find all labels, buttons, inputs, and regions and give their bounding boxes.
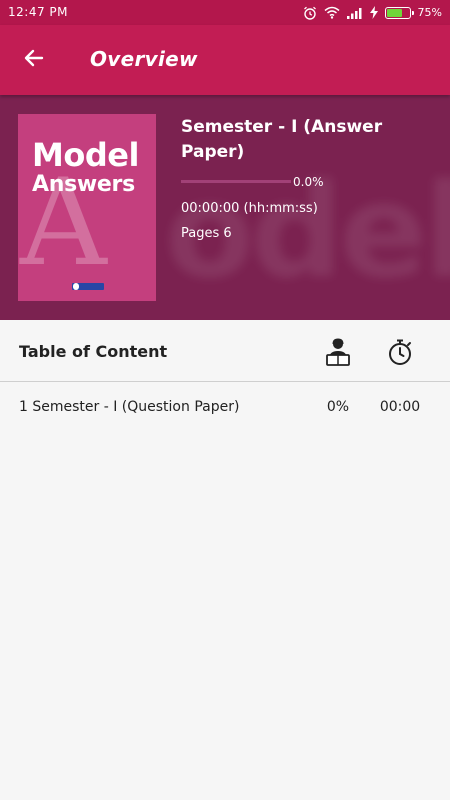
reading-progress-bar <box>181 180 291 183</box>
wifi-icon <box>324 6 340 19</box>
page-count: Pages 6 <box>181 226 232 241</box>
battery-percent: 75% <box>417 6 442 19</box>
book-title: Semester - I (Answer Paper) <box>181 117 383 162</box>
arrow-left-icon <box>22 46 46 74</box>
alarm-icon <box>303 6 317 20</box>
publisher-logo <box>72 283 104 290</box>
reader-icon <box>325 338 351 366</box>
toc-header: Table of Content <box>0 320 450 382</box>
back-button[interactable] <box>14 42 54 78</box>
charging-icon <box>369 6 378 19</box>
status-bar: 12:47 PM 75% <box>0 0 450 25</box>
toc-title: Table of Content <box>19 342 168 361</box>
stopwatch-icon <box>387 338 413 366</box>
signal-icon <box>346 7 363 19</box>
book-header: odel A Model Answers Semester - I (Answe… <box>0 95 450 320</box>
app-bar: Overview <box>0 25 450 95</box>
battery-icon <box>384 6 414 19</box>
toc-row-title: 1 Semester - I (Question Paper) <box>19 399 240 415</box>
toc-row-percent: 0% <box>326 399 350 415</box>
toc-row-time: 00:00 <box>379 399 421 415</box>
status-time: 12:47 PM <box>8 5 68 19</box>
cover-title-line1: Model <box>32 136 139 174</box>
book-cover[interactable]: A Model Answers <box>18 114 156 301</box>
toc-row[interactable]: 1 Semester - I (Question Paper) 0% 00:00 <box>0 383 450 433</box>
status-icons: 75% <box>303 4 442 21</box>
page-title: Overview <box>90 47 198 71</box>
reading-progress-label: 0.0% <box>293 175 324 189</box>
battery-fill <box>386 8 403 17</box>
time-spent: 00:00:00 (hh:mm:ss) <box>181 201 318 216</box>
cover-title-line2: Answers <box>32 172 135 197</box>
